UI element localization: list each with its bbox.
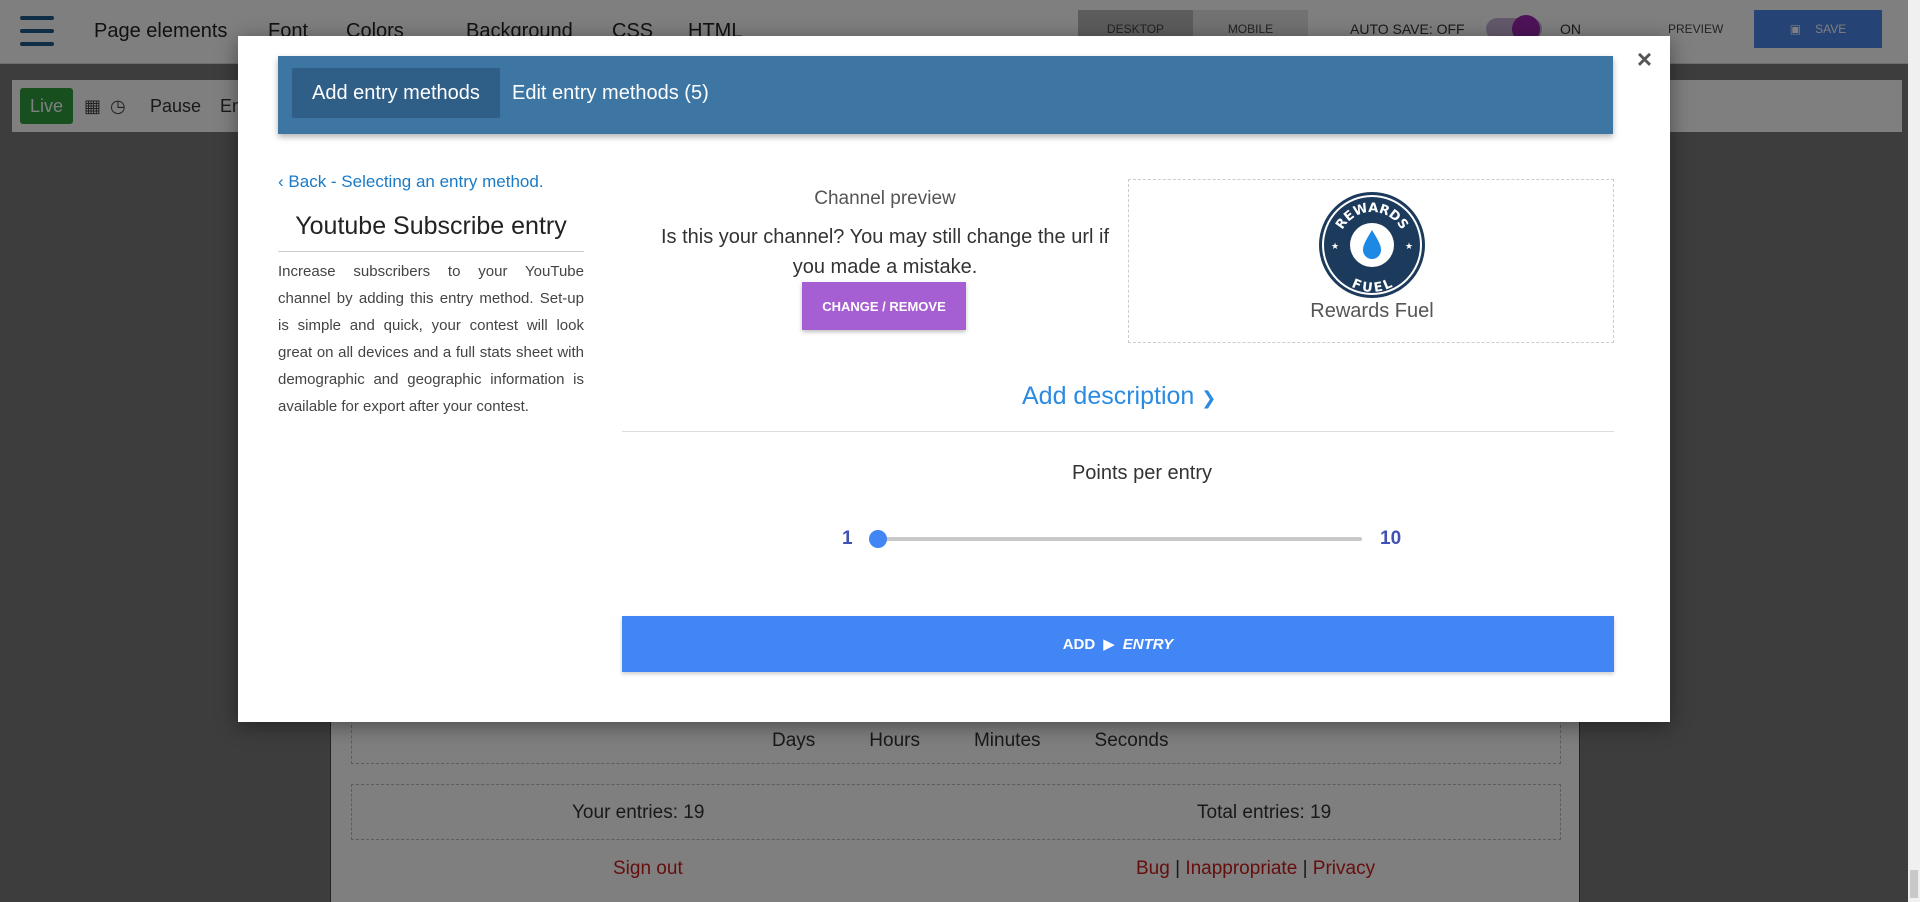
channel-card: REWARDS FUEL ★ ★ Rewards Fuel [1128,179,1614,343]
entry-label: ENTRY [1122,635,1174,653]
add-description-label: Add description [1022,382,1195,410]
tab-add-entry-methods[interactable]: Add entry methods [292,68,500,118]
tab-edit-entry-methods[interactable]: Edit entry methods (5) [492,68,729,118]
channel-preview-label: Channel preview [814,188,956,209]
slider-max-label: 10 [1380,528,1402,549]
channel-name: Rewards Fuel [1310,300,1434,322]
points-per-entry-label: Points per entry [1071,462,1213,484]
entry-method-modal: × Add entry methods Edit entry methods (… [238,36,1670,722]
svg-text:★: ★ [1405,242,1413,252]
youtube-icon: ▶ [1103,636,1115,653]
divider [622,431,1614,432]
modal-tabbar: Add entry methods Edit entry methods (5) [278,56,1613,134]
page-scrollbar[interactable] [1908,0,1920,902]
entry-description: Increase subscribers to your YouTube cha… [278,263,584,415]
svg-text:★: ★ [1331,242,1339,252]
add-label: ADD [1062,635,1096,653]
close-icon[interactable]: × [1637,44,1652,75]
points-slider-track[interactable] [872,537,1362,541]
scrollbar-thumb[interactable] [1910,870,1918,898]
channel-logo: REWARDS FUEL ★ ★ [1319,192,1425,298]
back-link-label: Back - Selecting an entry method. [288,172,544,191]
add-entry-button[interactable]: ADD ▶ ENTRY [622,616,1614,672]
add-description-toggle[interactable]: Add description ❯ [1022,382,1216,411]
change-remove-button[interactable]: CHANGE / REMOVE [802,282,966,330]
points-slider-handle[interactable] [869,530,887,548]
entry-title: Youtube Subscribe entry [278,212,584,252]
channel-question: Is this your channel? You may still chan… [660,226,1110,278]
slider-min-label: 1 [842,528,853,549]
chevron-down-icon: ❯ [1201,388,1217,408]
chevron-left-icon: ‹ [278,172,284,191]
back-link[interactable]: ‹ Back - Selecting an entry method. [278,172,544,192]
